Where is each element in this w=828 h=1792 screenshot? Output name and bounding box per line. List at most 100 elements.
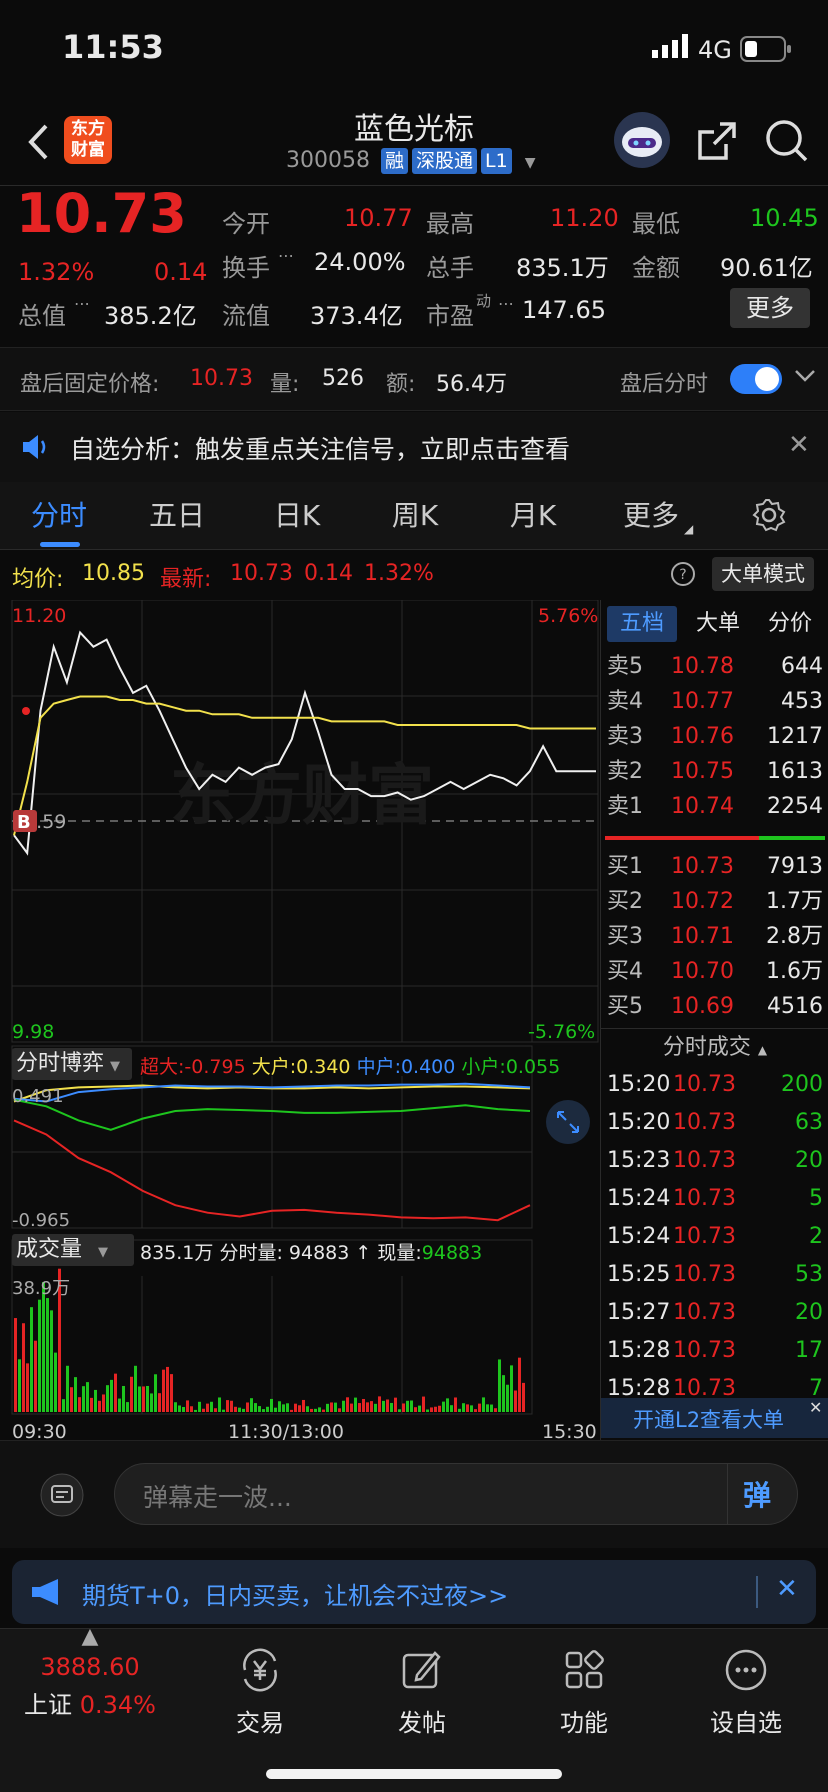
volume-bar [30,1307,33,1412]
trade-time: 15:28 [607,1338,671,1363]
volume-bar [90,1397,93,1412]
info-icon[interactable]: ⋯ [498,294,514,313]
chart-bottom-price: 9.98 [12,1021,54,1043]
depth-price: 10.73 [673,1186,736,1211]
tab-more[interactable]: 更多 [606,482,696,550]
tab-5day[interactable]: 五日 [132,482,222,550]
depth-price: 10.71 [671,924,734,949]
volume-bar [374,1403,377,1412]
info-icon[interactable]: ⋯ [74,294,90,313]
tab-monthly-k[interactable]: 月K [488,482,578,550]
volume-bar [346,1397,349,1412]
bullet-comment-input[interactable]: 弹幕走一波... 弹 [114,1463,798,1525]
robot-avatar-icon[interactable] [612,110,672,174]
after-price-label: 盘后固定价格: [20,372,160,397]
volume-bar [174,1402,177,1412]
tab-add-watchlist[interactable]: 设自选 [666,1629,826,1738]
panel-tab-depth[interactable]: 五档 [607,606,677,642]
network-type: 4G [698,36,732,64]
promo-banner[interactable]: 期货T+0，日内买卖，让机会不过夜>> ✕ [12,1560,816,1624]
search-icon[interactable] [764,118,810,168]
help-icon[interactable]: ? [670,561,696,591]
after-amt-label: 额: [386,372,416,397]
depth-label: 买2 [607,889,643,914]
depth-price: 10.77 [671,689,734,714]
depth-price: 10.73 [671,854,734,879]
more-dots-icon [725,1649,767,1691]
volume-bar [418,1405,421,1412]
volume-bar [82,1386,85,1412]
panel-tab-price-dist[interactable]: 分价 [755,606,825,642]
volume-bar [278,1401,281,1412]
depth-row: 卖3 10.76 1217 [601,720,828,754]
volume-bar [62,1399,65,1412]
buy-mark-text: B [17,812,31,833]
avg-price-label: 均价: [12,567,64,592]
volume-selector[interactable]: 成交量 ▼ [12,1234,134,1266]
depth-label: 卖3 [607,724,643,749]
panel-tab-big-order[interactable]: 大单 [683,606,753,642]
chart-top-price: 11.20 [12,605,66,627]
volume-bar [378,1396,381,1412]
tab-post[interactable]: 发帖 [342,1629,502,1738]
trade-time: 15:23 [607,1148,671,1173]
send-bullet-button[interactable]: 弹 [743,1474,771,1514]
volume-bar [354,1397,357,1412]
comment-list-icon[interactable] [40,1473,84,1521]
tab-intraday[interactable]: 分时 [14,482,104,550]
volume-bar [78,1397,81,1412]
depth-price: 10.74 [671,794,734,819]
volume-bar [14,1318,17,1412]
depth-row: 买3 10.71 2.8万 [601,920,828,954]
tab-daily-k[interactable]: 日K [252,482,342,550]
trades-title[interactable]: 分时成交 ▲ [601,1030,828,1068]
index-quote[interactable]: ▲ 3888.60 上证 0.34% [10,1626,170,1720]
badge-connect: 深股通 [412,148,478,174]
more-button[interactable]: 更多 [730,288,810,328]
chevron-down-icon[interactable] [794,368,816,388]
tab-functions[interactable]: 功能 [504,1629,664,1738]
depth-row: 买5 10.69 4516 [601,990,828,1024]
info-icon[interactable]: ⋯ [278,246,294,265]
tab-weekly-k[interactable]: 周K [370,482,460,550]
x-tick-open: 09:30 [12,1421,67,1440]
quote-panel: 10.73 1.32% 0.14 今开 10.77 最高 11.20 最低 10… [0,182,828,346]
tab-add-watchlist-label: 设自选 [710,1709,782,1737]
depth-label: 卖1 [607,794,643,819]
latest-label: 最新: [160,567,212,592]
volume-bar [230,1400,233,1412]
share-icon[interactable] [696,120,738,166]
l2-banner[interactable]: 开通L2查看大单 ✕ [601,1398,828,1438]
expand-button[interactable] [546,1100,590,1144]
volume-bar [202,1408,205,1412]
big-label: 大户: [251,1056,297,1078]
divider [601,1028,828,1029]
volume-bar [442,1401,445,1412]
trade-row: 15:24 10.73 2 [601,1218,828,1256]
volume-bar [450,1405,453,1412]
volume-bar [502,1375,505,1412]
after-hours-toggle[interactable] [730,364,782,394]
trade-row: 15:23 10.73 20 [601,1142,828,1180]
depth-qty: 1613 [767,759,823,784]
stock-code-row[interactable]: 300058 融深股通 L1 ▼ [286,148,535,174]
depth-price: 10.76 [671,724,734,749]
volume-bar [242,1408,245,1412]
after-hours-bar: 盘后固定价格: 10.73 量: 526 额: 56.4万 盘后分时 [0,347,828,411]
notice-bar[interactable]: 自选分析：触发重点关注信号，立即点击查看 ✕ [0,412,828,482]
volume-bar [294,1403,297,1412]
depth-label: 买3 [607,924,643,949]
settings-gear-icon[interactable] [752,498,786,536]
volume-bar [18,1359,21,1412]
close-icon[interactable]: ✕ [788,430,810,460]
latest-change: 0.14 [304,561,353,586]
game-selector[interactable]: 分时博弈 ▼ [12,1048,132,1080]
big-order-mode-button[interactable]: 大单模式 [712,557,814,591]
depth-label: 买1 [607,854,643,879]
close-icon[interactable]: ✕ [776,1574,798,1604]
close-icon[interactable]: ✕ [809,1398,822,1417]
trade-time: 15:24 [607,1186,671,1211]
tab-trade[interactable]: 交易 [180,1629,340,1738]
depth-row: 买2 10.72 1.7万 [601,885,828,919]
volume-bar [86,1382,89,1412]
